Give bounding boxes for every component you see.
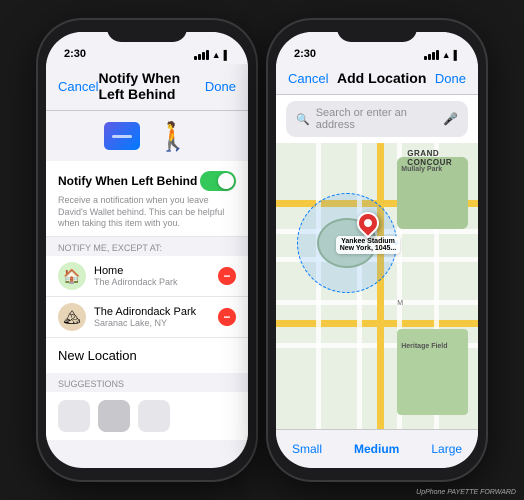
map-label-grand-concourse: GRANDCONCOUR bbox=[407, 149, 452, 167]
adirondack-location-icon: 🏔 bbox=[58, 303, 86, 331]
right-phone: 2:30 ▲ ▌ Cancel Add Location Done bbox=[268, 20, 486, 480]
notify-desc: Receive a notification when you leave Da… bbox=[58, 195, 236, 230]
right-phone-screen: 2:30 ▲ ▌ Cancel Add Location Done bbox=[276, 32, 478, 468]
suggestion-icon-3[interactable] bbox=[138, 400, 170, 432]
toggle-knob bbox=[218, 173, 234, 189]
pin-label-line2: New York, 1045... bbox=[340, 245, 397, 252]
notify-section: Notify When Left Behind Receive a notifi… bbox=[46, 161, 248, 237]
search-input[interactable]: Search or enter an address bbox=[316, 107, 437, 131]
suggestion-items bbox=[46, 392, 248, 440]
left-nav-bar: Cancel Notify When Left Behind Done bbox=[46, 64, 248, 111]
location-item-home: 🏠 Home The Adirondack Park − bbox=[46, 256, 248, 297]
done-button-right[interactable]: Done bbox=[435, 71, 466, 86]
remove-adirondack-button[interactable]: − bbox=[218, 308, 236, 326]
left-phone-screen: 2:30 ▲ ▌ Cancel Notify When Left Behind … bbox=[46, 32, 248, 468]
road-major-v1 bbox=[377, 143, 384, 429]
size-selector: Small Medium Large bbox=[276, 429, 478, 468]
right-nav-bar: Cancel Add Location Done bbox=[276, 64, 478, 95]
wallet-icon bbox=[104, 122, 140, 150]
notch-right bbox=[337, 20, 417, 42]
icon-area: 🚶 bbox=[46, 111, 248, 161]
nav-title-right: Add Location bbox=[337, 70, 426, 86]
walk-icon: 🚶 bbox=[156, 120, 191, 153]
suggestions-label: SUGGESTIONS bbox=[46, 373, 248, 392]
map-label-m: M bbox=[397, 300, 403, 307]
nav-title-left: Notify When Left Behind bbox=[98, 70, 204, 102]
except-label: NOTIFY ME, EXCEPT AT: bbox=[46, 237, 248, 256]
battery-icon-right: ▌ bbox=[454, 50, 460, 60]
left-phone: 2:30 ▲ ▌ Cancel Notify When Left Behind … bbox=[38, 20, 256, 480]
notify-toggle[interactable] bbox=[200, 171, 236, 191]
cancel-button-left[interactable]: Cancel bbox=[58, 79, 98, 94]
new-location-item[interactable]: New Location bbox=[46, 338, 248, 373]
park-patch-2 bbox=[397, 329, 468, 415]
suggestion-icon-2[interactable] bbox=[98, 400, 130, 432]
phones-container: 2:30 ▲ ▌ Cancel Notify When Left Behind … bbox=[28, 10, 496, 490]
adirondack-location-text: The Adirondack Park Saranac Lake, NY bbox=[94, 306, 210, 328]
signal-icon bbox=[194, 50, 209, 60]
home-location-sub: The Adirondack Park bbox=[94, 277, 210, 287]
search-icon: 🔍 bbox=[296, 113, 310, 126]
pin-inner bbox=[364, 219, 372, 227]
notch-left bbox=[107, 20, 187, 42]
search-bar[interactable]: 🔍 Search or enter an address 🎤 bbox=[286, 101, 468, 137]
size-medium[interactable]: Medium bbox=[338, 438, 415, 460]
time-right: 2:30 bbox=[294, 48, 316, 60]
wallet-strip bbox=[112, 135, 132, 138]
home-location-name: Home bbox=[94, 265, 210, 277]
notify-header: Notify When Left Behind bbox=[58, 171, 236, 191]
time-left: 2:30 bbox=[64, 48, 86, 60]
adirondack-location-name: The Adirondack Park bbox=[94, 306, 210, 318]
adirondack-location-sub: Saranac Lake, NY bbox=[94, 318, 210, 328]
suggestion-icon-1[interactable] bbox=[58, 400, 90, 432]
done-button-left[interactable]: Done bbox=[205, 79, 236, 94]
status-icons-right: ▲ ▌ bbox=[424, 50, 460, 60]
wifi-icon: ▲ bbox=[212, 50, 221, 60]
pin-head bbox=[352, 207, 383, 238]
notify-title: Notify When Left Behind bbox=[58, 174, 197, 188]
size-small[interactable]: Small bbox=[276, 438, 338, 460]
home-location-icon: 🏠 bbox=[58, 262, 86, 290]
location-item-adirondack: 🏔 The Adirondack Park Saranac Lake, NY − bbox=[46, 297, 248, 338]
microphone-icon[interactable]: 🎤 bbox=[443, 112, 458, 126]
map-container[interactable]: Yankee Stadium New York, 1045... Mullaly… bbox=[276, 143, 478, 429]
map-label-mullaly: Mullaly Park bbox=[401, 166, 442, 173]
map-pin[interactable]: Yankee Stadium New York, 1045... bbox=[336, 212, 401, 254]
wifi-icon-right: ▲ bbox=[442, 50, 451, 60]
watermark: UpPhone PAYETTE FORWARD bbox=[416, 489, 516, 496]
status-icons-left: ▲ ▌ bbox=[194, 50, 230, 60]
signal-icon-right bbox=[424, 50, 439, 60]
remove-home-button[interactable]: − bbox=[218, 267, 236, 285]
home-location-text: Home The Adirondack Park bbox=[94, 265, 210, 287]
cancel-button-right[interactable]: Cancel bbox=[288, 71, 328, 86]
map-label-heritage: Heritage Field bbox=[401, 343, 447, 350]
battery-icon: ▌ bbox=[224, 50, 230, 60]
size-large[interactable]: Large bbox=[415, 438, 478, 460]
pin-label-line1: Yankee Stadium bbox=[340, 238, 397, 245]
new-location-text: New Location bbox=[58, 348, 137, 363]
